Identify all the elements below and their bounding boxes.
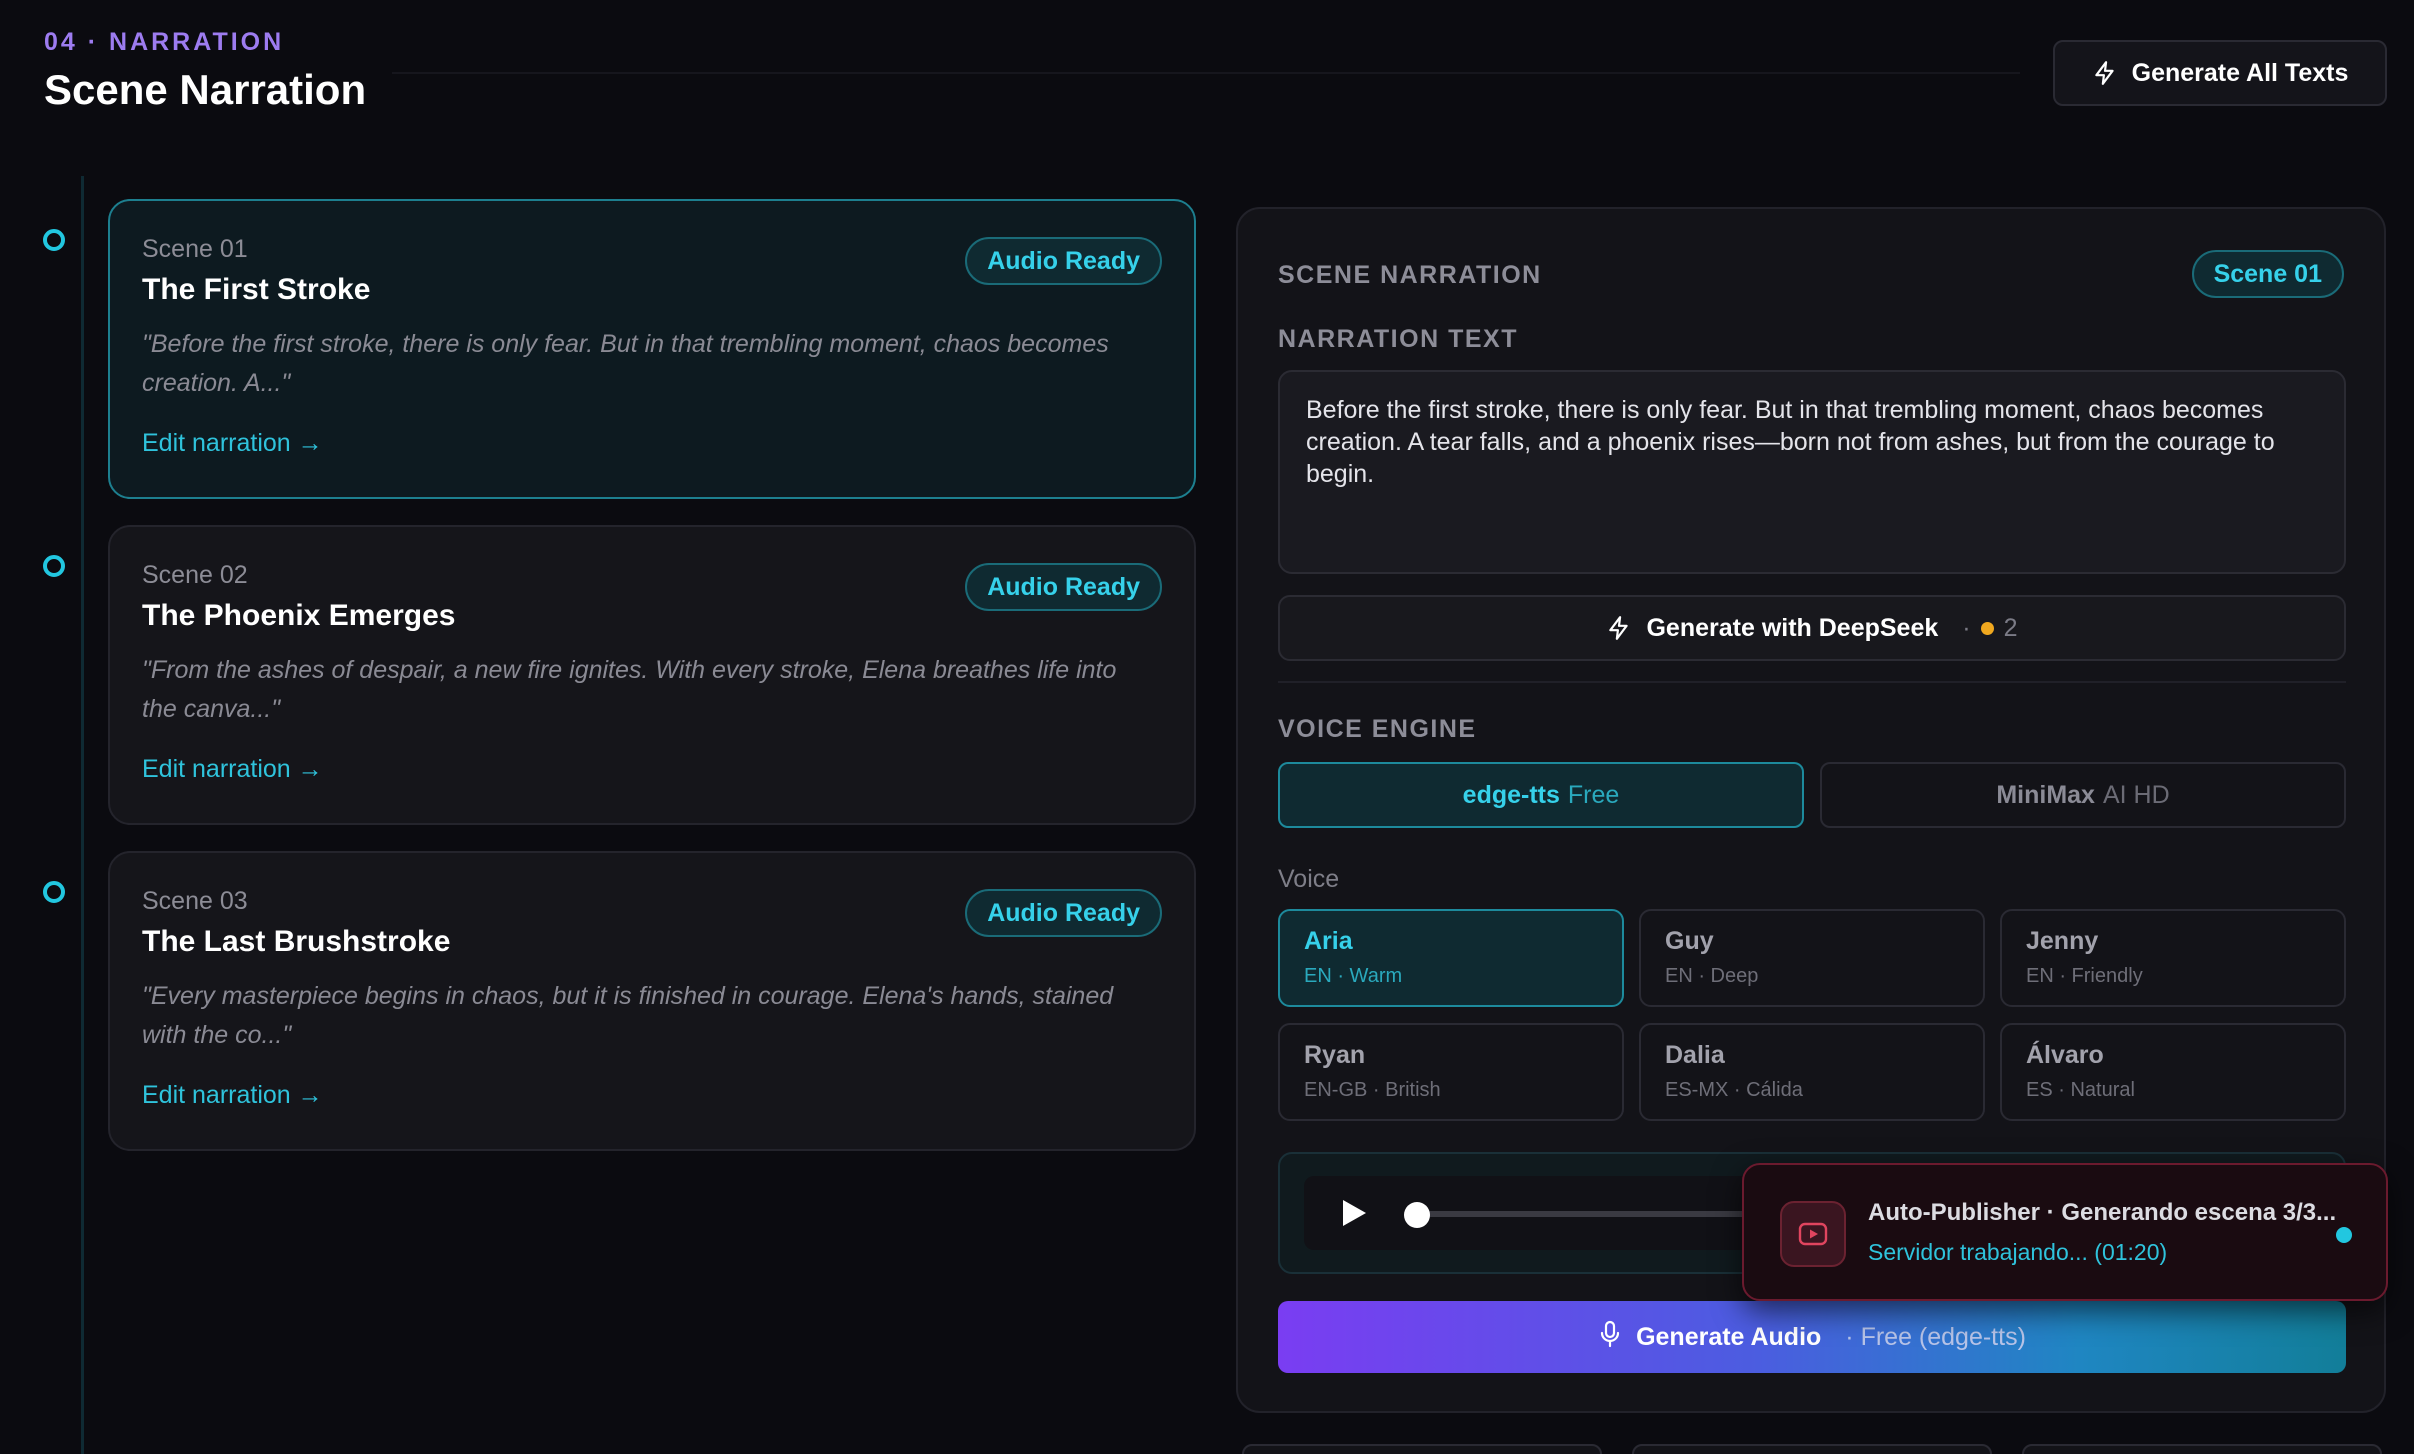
voice-meta: EN · Deep [1665, 965, 1759, 987]
panel-divider [1278, 681, 2346, 683]
play-button[interactable] [1340, 1198, 1368, 1233]
timeline-line [81, 176, 84, 1454]
edit-narration-link[interactable]: Edit narration → [142, 755, 323, 784]
scene-number: Scene 01 [142, 235, 248, 263]
microphone-icon [1598, 1320, 1622, 1355]
generate-audio-sub: · Free (edge-tts) [1845, 1322, 2026, 1351]
video-play-icon [1780, 1201, 1846, 1267]
peek-card [2022, 1444, 2382, 1454]
narration-page: 04 · NARRATION Scene Narration Generate … [0, 0, 2414, 1454]
voice-name: Guy [1665, 927, 1714, 955]
voice-meta: ES-MX · Cálida [1665, 1079, 1803, 1101]
engine-edge-tts-button[interactable]: edge-tts Free [1278, 762, 1804, 828]
audio-ready-badge: Audio Ready [965, 237, 1162, 285]
page-title: Scene Narration [44, 66, 367, 113]
edit-narration-link[interactable]: Edit narration → [142, 1081, 323, 1110]
voice-meta: ES · Natural [2026, 1079, 2135, 1101]
header-divider [392, 72, 2020, 74]
engine-tier: Free [1567, 780, 1620, 809]
voice-option-dalia[interactable]: Dalia ES-MX · Cálida [1639, 1023, 1985, 1121]
scene-title: The First Stroke [142, 273, 371, 306]
seek-handle[interactable] [1404, 1202, 1430, 1228]
peek-card [1242, 1444, 1602, 1454]
toast-status: Servidor trabajando... (01:20) [1868, 1239, 2168, 1265]
voice-option-alvaro[interactable]: Álvaro ES · Natural [2000, 1023, 2346, 1121]
audio-ready-badge: Audio Ready [965, 889, 1162, 937]
scene-number: Scene 02 [142, 561, 248, 589]
voice-name: Ryan [1304, 1041, 1366, 1069]
generate-with-deepseek-button[interactable]: Generate with DeepSeek · 2 [1278, 595, 2346, 661]
credit-cost: · 2 [1962, 613, 2018, 642]
engine-name: edge-tts [1462, 780, 1560, 809]
toast-title: Auto-Publisher · Generando escena 3/3... [1868, 1199, 2337, 1226]
deepseek-label: Generate with DeepSeek [1646, 613, 1939, 642]
auto-publisher-toast[interactable]: Auto-Publisher · Generando escena 3/3...… [1742, 1163, 2388, 1301]
voice-name: Jenny [2026, 927, 2099, 955]
voice-name: Dalia [1665, 1041, 1725, 1069]
scene-card-01[interactable]: Scene 01 The First Stroke Audio Ready "B… [108, 199, 1196, 499]
voice-meta: EN · Warm [1304, 965, 1403, 987]
edit-narration-link[interactable]: Edit narration → [142, 429, 323, 458]
current-scene-badge: Scene 01 [2191, 250, 2344, 298]
peek-card [1632, 1444, 1992, 1454]
timeline-dot [43, 229, 65, 251]
timeline-dot [43, 881, 65, 903]
panel-section-label: SCENE NARRATION [1278, 261, 1542, 289]
scene-card-02[interactable]: Scene 02 The Phoenix Emerges Audio Ready… [108, 525, 1196, 825]
audio-ready-badge: Audio Ready [965, 563, 1162, 611]
coin-icon [1980, 621, 1994, 635]
voice-name: Álvaro [2026, 1041, 2104, 1069]
voice-meta: EN · Friendly [2026, 965, 2143, 987]
scene-title: The Phoenix Emerges [142, 599, 456, 632]
engine-tier: AI HD [2102, 780, 2170, 809]
engine-name: MiniMax [1996, 780, 2095, 809]
section-eyebrow: 04 · NARRATION [44, 28, 285, 56]
scene-title: The Last Brushstroke [142, 925, 451, 958]
voice-label: Voice [1278, 865, 1340, 893]
activity-indicator [2336, 1227, 2352, 1243]
voice-option-guy[interactable]: Guy EN · Deep [1639, 909, 1985, 1007]
credit-cost-value: 2 [2003, 613, 2018, 642]
lightning-icon [2092, 60, 2118, 86]
voice-option-ryan[interactable]: Ryan EN-GB · British [1278, 1023, 1624, 1121]
engine-minimax-button[interactable]: MiniMax AI HD [1820, 762, 2346, 828]
generate-audio-button[interactable]: Generate Audio · Free (edge-tts) [1278, 1301, 2346, 1373]
scene-number: Scene 03 [142, 887, 248, 915]
narration-text-label: NARRATION TEXT [1278, 325, 1518, 353]
narration-textarea[interactable]: Before the first stroke, there is only f… [1278, 370, 2346, 574]
generate-all-texts-label: Generate All Texts [2131, 58, 2349, 87]
scene-excerpt: "Before the first stroke, there is only … [142, 330, 1109, 397]
voice-option-jenny[interactable]: Jenny EN · Friendly [2000, 909, 2346, 1007]
voice-option-aria[interactable]: Aria EN · Warm [1278, 909, 1624, 1007]
timeline-dot [43, 555, 65, 577]
scene-excerpt: "From the ashes of despair, a new fire i… [142, 656, 1117, 723]
generate-all-texts-button[interactable]: Generate All Texts [2053, 40, 2387, 106]
voice-engine-label: VOICE ENGINE [1278, 715, 1477, 743]
voice-name: Aria [1304, 927, 1353, 955]
voice-meta: EN-GB · British [1304, 1079, 1441, 1101]
lightning-icon [1606, 615, 1632, 641]
scene-excerpt: "Every masterpiece begins in chaos, but … [142, 982, 1114, 1049]
scene-card-03[interactable]: Scene 03 The Last Brushstroke Audio Read… [108, 851, 1196, 1151]
generate-audio-label: Generate Audio [1636, 1322, 1822, 1351]
